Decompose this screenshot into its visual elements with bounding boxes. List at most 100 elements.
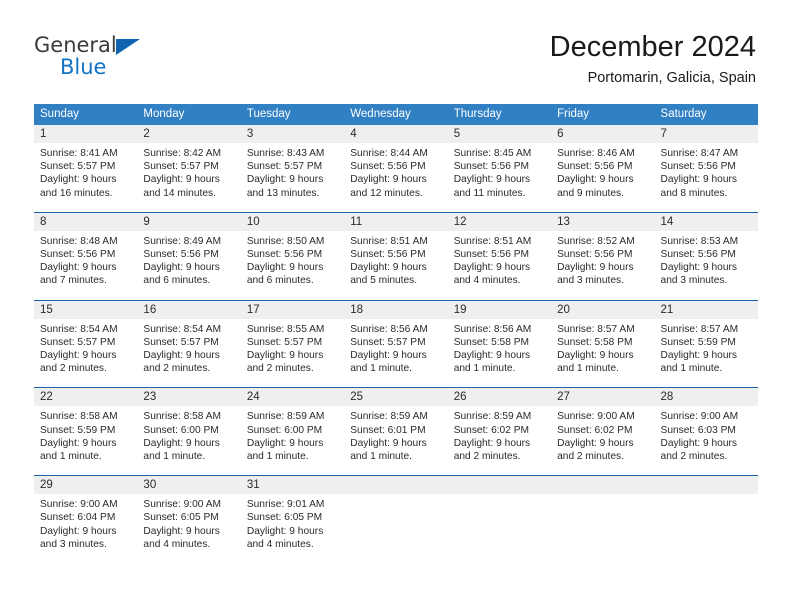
calendar-day-cell[interactable]: 2 Sunrise: 8:42 AM Sunset: 5:57 PM Daylight… bbox=[137, 125, 241, 212]
calendar-day-cell[interactable]: 7 Sunrise: 8:47 AM Sunset: 5:56 PM Daylight… bbox=[654, 125, 758, 212]
day-number: 16 bbox=[137, 300, 241, 319]
sunrise-text: Sunrise: 8:41 AM bbox=[40, 148, 118, 159]
sunrise-text: Sunrise: 8:44 AM bbox=[350, 148, 428, 159]
daylight-text-line2: and 2 minutes. bbox=[40, 363, 107, 375]
day-info: Sunrise: 8:56 AM Sunset: 5:57 PM Daylight:… bbox=[344, 319, 447, 376]
calendar-day-cell[interactable]: 13 Sunrise: 8:52 AM Sunset: 5:56 PM Dayligh… bbox=[551, 212, 655, 300]
calendar-day-cell[interactable]: 12 Sunrise: 8:51 AM Sunset: 5:56 PM Dayligh… bbox=[447, 212, 552, 300]
sunrise-text: Sunrise: 8:55 AM bbox=[246, 323, 325, 335]
daylight-text-line2: and 4 minutes. bbox=[246, 538, 314, 550]
title-block: December 2024 Portomarin, Galicia, Spain bbox=[550, 30, 756, 87]
day-info bbox=[448, 494, 551, 498]
daylight-text-line2: and 16 minutes. bbox=[40, 187, 113, 199]
calendar-day-cell[interactable]: 4 Sunrise: 8:44 AM Sunset: 5:56 PM Daylight… bbox=[344, 125, 448, 212]
daylight-text-line1: Daylight: 9 hours bbox=[246, 262, 324, 274]
daylight-text-line1: Daylight: 9 hours bbox=[557, 174, 634, 186]
daylight-text-line2: and 8 minutes. bbox=[660, 187, 728, 199]
day-info bbox=[344, 494, 447, 498]
day-of-week-saturday: Saturday bbox=[660, 108, 707, 120]
calendar-day-cell[interactable]: 22 Sunrise: 8:58 AM Sunset: 5:59 PM Dayligh… bbox=[34, 388, 138, 476]
sunset-text: Sunset: 5:56 PM bbox=[453, 249, 530, 261]
day-info bbox=[551, 494, 654, 498]
daylight-text-line2: and 5 minutes. bbox=[350, 275, 418, 287]
sunset-text: Sunset: 5:57 PM bbox=[40, 161, 116, 173]
calendar-page: General Blue December 2024 Portomarin, G… bbox=[0, 0, 792, 612]
sunset-text: Sunset: 6:03 PM bbox=[660, 424, 736, 436]
logo-text-blue: Blue bbox=[60, 55, 107, 79]
calendar-day-cell[interactable]: 18 Sunrise: 8:56 AM Sunset: 5:57 PM Dayligh… bbox=[344, 300, 448, 388]
calendar-day-cell[interactable]: 29 Sunrise: 9:00 AM Sunset: 6:04 PM Dayligh… bbox=[34, 476, 138, 564]
calendar-day-cell[interactable]: 10 Sunrise: 8:50 AM Sunset: 5:56 PM Dayligh… bbox=[240, 212, 345, 300]
daylight-text-line1: Daylight: 9 hours bbox=[40, 525, 117, 537]
day-info: Sunrise: 8:57 AM Sunset: 5:58 PM Daylight:… bbox=[551, 319, 654, 376]
day-info: Sunrise: 8:41 AM Sunset: 5:57 PM Daylight:… bbox=[34, 143, 137, 200]
calendar-day-cell[interactable]: 27 Sunrise: 9:00 AM Sunset: 6:02 PM Dayligh… bbox=[551, 388, 655, 476]
daylight-text-line2: and 2 minutes. bbox=[557, 451, 624, 463]
day-info bbox=[655, 494, 758, 498]
daylight-text-line1: Daylight: 9 hours bbox=[660, 174, 737, 186]
calendar-day-cell[interactable]: 6 Sunrise: 8:46 AM Sunset: 5:56 PM Daylight… bbox=[551, 125, 655, 212]
sunrise-text: Sunrise: 8:59 AM bbox=[246, 411, 325, 423]
sunrise-text: Sunrise: 9:00 AM bbox=[660, 411, 739, 423]
sunrise-text: Sunrise: 8:48 AM bbox=[40, 235, 118, 247]
sunset-text: Sunset: 5:56 PM bbox=[350, 249, 426, 261]
calendar-day-cell[interactable]: 5 Sunrise: 8:45 AM Sunset: 5:56 PM Daylight… bbox=[447, 125, 552, 212]
calendar-day-cell[interactable]: 23 Sunrise: 8:58 AM Sunset: 6:00 PM Dayligh… bbox=[137, 388, 241, 476]
daylight-text-line2: and 1 minute. bbox=[246, 451, 309, 463]
day-number: 14 bbox=[654, 212, 758, 231]
sunrise-text: Sunrise: 8:53 AM bbox=[660, 235, 739, 247]
calendar-day-cell[interactable]: 21 Sunrise: 8:57 AM Sunset: 5:59 PM Dayligh… bbox=[654, 300, 758, 388]
calendar-day-cell[interactable]: 31 Sunrise: 9:01 AM Sunset: 6:05 PM Dayligh… bbox=[240, 476, 345, 564]
calendar-day-cell[interactable]: 14 Sunrise: 8:53 AM Sunset: 5:56 PM Dayligh… bbox=[654, 212, 758, 300]
daylight-text-line1: Daylight: 9 hours bbox=[350, 262, 427, 274]
daylight-text-line2: and 1 minute. bbox=[40, 451, 102, 463]
day-info: Sunrise: 8:44 AM Sunset: 5:56 PM Daylight:… bbox=[344, 143, 447, 200]
daylight-text-line1: Daylight: 9 hours bbox=[350, 350, 427, 362]
sunrise-text: Sunrise: 8:57 AM bbox=[660, 323, 739, 335]
calendar-day-cell[interactable]: 24 Sunrise: 8:59 AM Sunset: 6:00 PM Dayligh… bbox=[240, 388, 345, 476]
logo-text-general: General bbox=[34, 33, 117, 57]
daylight-text-line1: Daylight: 9 hours bbox=[246, 174, 324, 186]
sunrise-text: Sunrise: 8:45 AM bbox=[453, 148, 532, 159]
calendar-day-cell[interactable]: 26 Sunrise: 8:59 AM Sunset: 6:02 PM Dayligh… bbox=[447, 388, 552, 476]
sunset-text: Sunset: 5:57 PM bbox=[350, 336, 426, 348]
sunset-text: Sunset: 5:56 PM bbox=[143, 249, 219, 261]
calendar-day-cell[interactable]: 20 Sunrise: 8:57 AM Sunset: 5:58 PM Dayligh… bbox=[551, 300, 655, 388]
sunrise-text: Sunrise: 8:47 AM bbox=[660, 148, 739, 159]
calendar-day-cell[interactable]: 28 Sunrise: 9:00 AM Sunset: 6:03 PM Dayligh… bbox=[654, 388, 758, 476]
day-info: Sunrise: 8:59 AM Sunset: 6:02 PM Daylight:… bbox=[448, 406, 551, 463]
sunset-text: Sunset: 6:02 PM bbox=[453, 424, 530, 436]
calendar-day-cell[interactable]: 15 Sunrise: 8:54 AM Sunset: 5:57 PM Dayligh… bbox=[34, 300, 138, 388]
day-info: Sunrise: 8:59 AM Sunset: 6:01 PM Daylight:… bbox=[344, 406, 447, 463]
day-number: 30 bbox=[137, 476, 241, 495]
daylight-text-line1: Daylight: 9 hours bbox=[453, 174, 531, 186]
daylight-text-line1: Daylight: 9 hours bbox=[660, 437, 737, 449]
calendar-day-cell[interactable]: 25 Sunrise: 8:59 AM Sunset: 6:01 PM Dayligh… bbox=[344, 388, 448, 476]
calendar-day-cell[interactable]: 19 Sunrise: 8:56 AM Sunset: 5:58 PM Dayligh… bbox=[447, 300, 552, 388]
calendar-day-cell[interactable]: 9 Sunrise: 8:49 AM Sunset: 5:56 PM Daylight… bbox=[137, 212, 241, 300]
day-number bbox=[447, 476, 552, 495]
calendar-day-cell[interactable]: 30 Sunrise: 9:00 AM Sunset: 6:05 PM Dayligh… bbox=[137, 476, 241, 564]
sunrise-text: Sunrise: 8:46 AM bbox=[557, 148, 635, 159]
sunrise-text: Sunrise: 8:58 AM bbox=[143, 411, 222, 423]
daylight-text-line2: and 2 minutes. bbox=[660, 451, 728, 463]
general-blue-logo: General Blue bbox=[34, 33, 234, 89]
daylight-text-line2: and 7 minutes. bbox=[40, 275, 107, 287]
calendar-day-cell[interactable]: 17 Sunrise: 8:55 AM Sunset: 5:57 PM Dayligh… bbox=[240, 300, 345, 388]
sunrise-text: Sunrise: 8:57 AM bbox=[557, 323, 635, 335]
calendar-day-cell[interactable]: 8 Sunrise: 8:48 AM Sunset: 5:56 PM Daylight… bbox=[34, 212, 138, 300]
sunset-text: Sunset: 5:57 PM bbox=[246, 336, 323, 348]
sunrise-text: Sunrise: 8:59 AM bbox=[350, 411, 428, 423]
calendar-week-row: 29 Sunrise: 9:00 AM Sunset: 6:04 PM Dayligh… bbox=[34, 475, 758, 564]
calendar-day-cell[interactable]: 1 Sunrise: 8:41 AM Sunset: 5:57 PM Daylight… bbox=[34, 125, 138, 212]
sunrise-text: Sunrise: 9:01 AM bbox=[246, 499, 325, 511]
day-number: 27 bbox=[551, 388, 655, 407]
day-number: 20 bbox=[551, 300, 655, 319]
calendar-day-cell[interactable]: 16 Sunrise: 8:54 AM Sunset: 5:57 PM Dayligh… bbox=[137, 300, 241, 388]
calendar-day-cell[interactable]: 11 Sunrise: 8:51 AM Sunset: 5:56 PM Dayligh… bbox=[344, 212, 448, 300]
daylight-text-line2: and 13 minutes. bbox=[246, 187, 320, 199]
calendar-day-cell[interactable]: 3 Sunrise: 8:43 AM Sunset: 5:57 PM Daylight… bbox=[240, 125, 345, 212]
day-info: Sunrise: 8:53 AM Sunset: 5:56 PM Daylight:… bbox=[655, 231, 758, 288]
day-info: Sunrise: 8:54 AM Sunset: 5:57 PM Daylight:… bbox=[34, 319, 137, 376]
sunrise-text: Sunrise: 8:43 AM bbox=[246, 148, 325, 159]
